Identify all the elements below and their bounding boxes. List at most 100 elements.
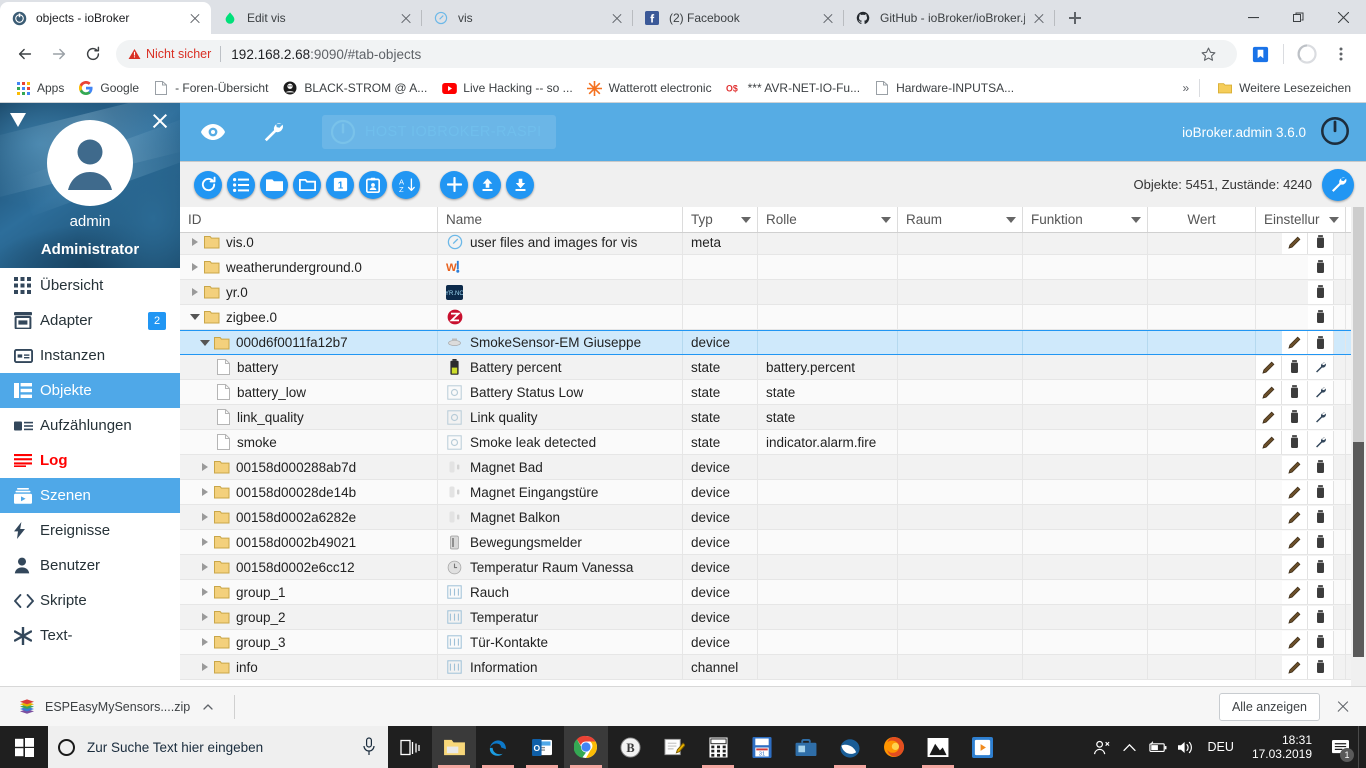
table-row[interactable]: 00158d0002b49021 Bewegungsmelder device: [180, 530, 1366, 555]
table-row[interactable]: 00158d000288ab7d Magnet Bad device: [180, 455, 1366, 480]
collapse-folders-button[interactable]: [260, 170, 288, 199]
close-icon[interactable]: [820, 10, 836, 26]
upload-button[interactable]: [473, 170, 501, 199]
show-all-downloads-button[interactable]: Alle anzeigen: [1218, 692, 1320, 721]
table-row[interactable]: group_1 Rauch device: [180, 580, 1366, 605]
chevron-down-icon[interactable]: [188, 314, 202, 320]
delete-button[interactable]: [1308, 455, 1334, 479]
edit-button[interactable]: [1282, 455, 1308, 479]
bookmark-hardware-inputsa[interactable]: Hardware-INPUTSA...: [867, 76, 1021, 100]
edit-button[interactable]: [1256, 430, 1282, 454]
browser-tab-4[interactable]: GitHub - ioBroker/ioBroker.jav: [844, 2, 1055, 34]
kebab-menu-icon[interactable]: [1327, 40, 1355, 68]
close-icon[interactable]: [187, 10, 203, 26]
bookmark-live-hacking[interactable]: Live Hacking -- so ...: [434, 76, 579, 100]
edit-button[interactable]: [1282, 605, 1308, 629]
bookmark-black-strom[interactable]: BLACK-STROM @ A...: [275, 76, 434, 100]
expand-folders-button[interactable]: [293, 170, 321, 199]
chevron-right-icon[interactable]: [198, 463, 212, 471]
table-row[interactable]: vis.0 user files and images for vis meta: [180, 233, 1366, 255]
notepad-pencil-icon[interactable]: [652, 726, 696, 768]
table-row[interactable]: smoke Smoke leak detected state indicato…: [180, 430, 1366, 455]
thunderbird-icon[interactable]: [828, 726, 872, 768]
edit-button[interactable]: [1256, 405, 1282, 429]
column-header-funktion[interactable]: Funktion: [1023, 207, 1148, 232]
task-view-icon[interactable]: [388, 726, 432, 768]
minimize-icon[interactable]: [1231, 0, 1276, 34]
table-row[interactable]: link_quality Link quality state state: [180, 405, 1366, 430]
table-row-selected[interactable]: 000d6f0011fa12b7 SmokeSensor-EM Giuseppe…: [180, 330, 1366, 355]
sidebar-item-adapter[interactable]: Adapter 2: [0, 303, 180, 338]
sort-az-button[interactable]: AZ: [392, 170, 420, 199]
delete-button[interactable]: [1308, 331, 1334, 354]
column-header-wert[interactable]: Wert: [1148, 207, 1256, 232]
browser-tab-3[interactable]: (2) Facebook: [633, 2, 844, 34]
delete-button[interactable]: [1282, 430, 1308, 454]
settings-button[interactable]: [1308, 405, 1334, 429]
chevron-right-icon[interactable]: [198, 488, 212, 496]
folder-explorer-icon[interactable]: [432, 726, 476, 768]
back-arrow-icon[interactable]: [11, 40, 39, 68]
show-desktop-button[interactable]: [1358, 726, 1366, 768]
delete-button[interactable]: [1308, 630, 1334, 654]
search-input[interactable]: Zur Suche Text hier eingeben: [48, 726, 388, 768]
sidebar-item-ereignisse[interactable]: Ereignisse: [0, 513, 180, 548]
column-header-rolle[interactable]: Rolle: [758, 207, 898, 232]
firefox-icon[interactable]: [872, 726, 916, 768]
sidebar-item-objekte[interactable]: Objekte: [0, 373, 180, 408]
star-icon[interactable]: [1194, 40, 1222, 68]
filter-arrow-icon[interactable]: [881, 216, 891, 223]
sidebar-item-instanzen[interactable]: Instanzen: [0, 338, 180, 373]
table-body[interactable]: upnp.0: [180, 233, 1366, 687]
column-header-einstellungen[interactable]: Einstellur: [1256, 207, 1346, 232]
edit-button[interactable]: [1282, 530, 1308, 554]
people-icon[interactable]: [1088, 726, 1116, 768]
media-player-icon[interactable]: [960, 726, 1004, 768]
filter-arrow-icon[interactable]: [1329, 216, 1339, 223]
edit-button[interactable]: [1256, 380, 1282, 404]
delete-button[interactable]: [1308, 605, 1334, 629]
reload-icon[interactable]: [79, 40, 107, 68]
language-indicator[interactable]: DEU: [1200, 740, 1242, 754]
chevron-right-icon[interactable]: [198, 613, 212, 621]
bookmark-google[interactable]: Google: [71, 76, 146, 100]
column-header-typ[interactable]: Typ: [683, 207, 758, 232]
table-row[interactable]: group_2 Temperatur device: [180, 605, 1366, 630]
edit-button[interactable]: [1282, 630, 1308, 654]
table-scrollbar[interactable]: [1351, 207, 1366, 687]
edge-icon[interactable]: [476, 726, 520, 768]
chevron-right-icon[interactable]: [198, 538, 212, 546]
forward-arrow-icon[interactable]: [45, 40, 73, 68]
action-center-icon[interactable]: 1: [1322, 726, 1358, 768]
expand-one-level-button[interactable]: 1: [326, 170, 354, 199]
chevron-right-icon[interactable]: [198, 563, 212, 571]
delete-button[interactable]: [1308, 480, 1334, 504]
show-ids-button[interactable]: [359, 170, 387, 199]
sidebar-item-uebersicht[interactable]: Übersicht: [0, 268, 180, 303]
new-tab-button[interactable]: [1061, 4, 1089, 32]
close-icon[interactable]: [1321, 0, 1366, 34]
microphone-icon[interactable]: [362, 737, 378, 757]
settings-button[interactable]: [1308, 355, 1334, 379]
bookmark-watterott[interactable]: Watterott electronic: [580, 76, 719, 100]
download-button[interactable]: [506, 170, 534, 199]
filter-arrow-icon[interactable]: [1131, 216, 1141, 223]
edit-button[interactable]: [1282, 233, 1308, 254]
delete-button[interactable]: [1282, 380, 1308, 404]
delete-button[interactable]: [1308, 530, 1334, 554]
settings-button[interactable]: [1308, 430, 1334, 454]
table-row[interactable]: 00158d0002a6282e Magnet Balkon device: [180, 505, 1366, 530]
table-row[interactable]: zigbee.0: [180, 305, 1366, 330]
sidebar-item-text[interactable]: Text-: [0, 618, 180, 653]
close-icon[interactable]: [1031, 10, 1047, 26]
power-icon[interactable]: [1320, 116, 1350, 149]
sidebar-item-aufzaehlungen[interactable]: Aufzählungen: [0, 408, 180, 443]
toolbox-icon[interactable]: [784, 726, 828, 768]
delete-button[interactable]: [1308, 505, 1334, 529]
eye-icon[interactable]: [196, 115, 230, 149]
chevron-right-icon[interactable]: [198, 513, 212, 521]
sidebar-item-log[interactable]: Log: [0, 443, 180, 478]
column-header-name[interactable]: Name: [438, 207, 683, 232]
table-row[interactable]: battery Battery percent state battery.pe…: [180, 355, 1366, 380]
bookmark-avr-net-io[interactable]: O$ *** AVR-NET-IO-Fu...: [719, 76, 867, 100]
